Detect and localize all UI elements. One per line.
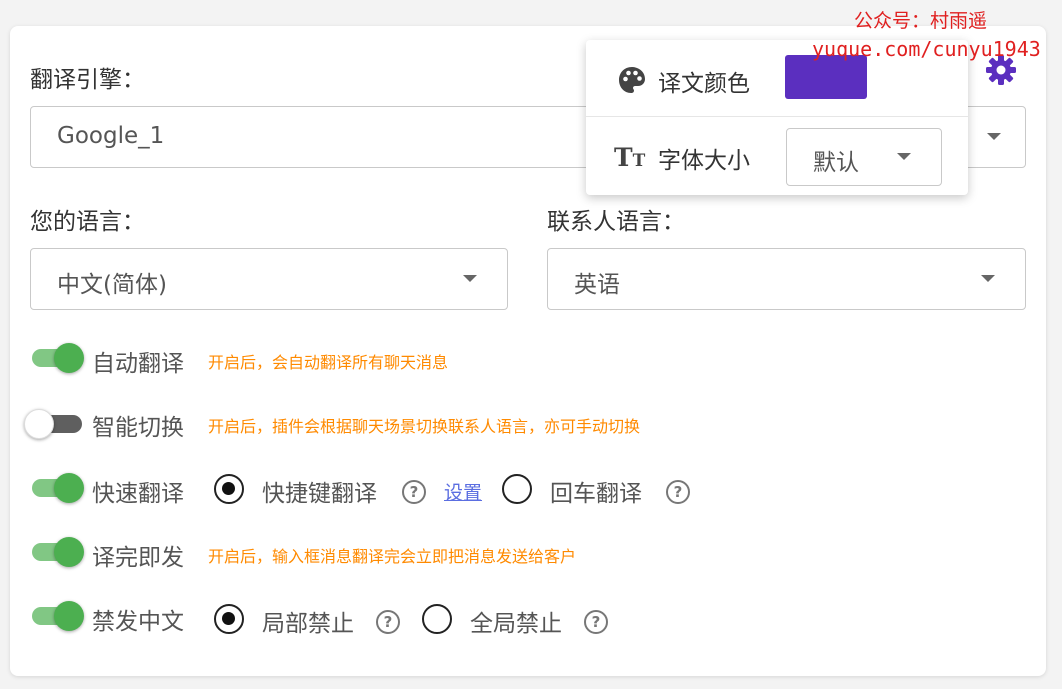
translation-color-swatch[interactable] [785, 55, 867, 99]
send-after-translate-toggle[interactable] [28, 532, 88, 572]
smart-switch-toggle[interactable] [24, 404, 84, 444]
chevron-down-icon [987, 133, 1001, 140]
shortcut-translate-radio[interactable] [214, 474, 244, 504]
help-icon[interactable]: ? [376, 610, 400, 634]
help-icon[interactable]: ? [666, 480, 690, 504]
contact-language-label: 联系人语言： [547, 209, 685, 235]
enter-translate-label: 回车翻译 [550, 481, 642, 507]
send-after-translate-hint: 开启后，输入框消息翻译完会立即把消息发送给客户 [208, 547, 577, 566]
auto-translate-hint: 开启后，会自动翻译所有聊天消息 [208, 353, 449, 372]
palette-icon [616, 64, 648, 96]
smart-switch-label: 智能切换 [92, 415, 184, 441]
contact-language-select[interactable]: 英语 [547, 248, 1026, 310]
send-after-translate-label: 译完即发 [92, 545, 184, 571]
my-language-select[interactable]: 中文(简体) [30, 248, 508, 310]
style-popover: 译文颜色 TT 字体大小 默认 [586, 40, 968, 195]
smart-switch-hint: 开启后，插件会根据聊天场景切换联系人语言，亦可手动切换 [208, 417, 641, 436]
divider [586, 116, 968, 117]
chevron-down-icon [463, 275, 477, 282]
enter-translate-radio[interactable] [502, 474, 532, 504]
help-icon[interactable]: ? [402, 480, 426, 504]
contact-language-value: 英语 [574, 272, 620, 298]
ban-chinese-label: 禁发中文 [92, 609, 184, 635]
my-language-label: 您的语言： [30, 209, 145, 235]
shortcut-translate-label: 快捷键翻译 [262, 481, 377, 507]
engine-label: 翻译引擎： [30, 67, 145, 93]
translation-color-label: 译文颜色 [658, 71, 750, 97]
font-size-select[interactable]: 默认 [786, 128, 942, 186]
quick-translate-label: 快速翻译 [92, 481, 184, 507]
partial-ban-label: 局部禁止 [262, 611, 354, 637]
global-ban-radio[interactable] [422, 604, 452, 634]
shortcut-settings-link[interactable]: 设置 [444, 478, 482, 505]
auto-translate-toggle[interactable] [28, 338, 88, 378]
font-size-icon: TT [614, 143, 646, 172]
global-ban-label: 全局禁止 [470, 611, 562, 637]
font-size-label: 字体大小 [658, 148, 750, 174]
my-language-value: 中文(简体) [57, 272, 167, 298]
chevron-down-icon [981, 275, 995, 282]
chevron-down-icon [897, 153, 911, 160]
partial-ban-radio[interactable] [214, 604, 244, 634]
engine-value: Google_1 [57, 123, 165, 149]
watermark-line-1: 公众号：村雨遥 [854, 10, 988, 32]
watermark-line-2: yuque.com/cunyu1943 [812, 37, 1041, 61]
auto-translate-label: 自动翻译 [92, 351, 184, 377]
quick-translate-toggle[interactable] [28, 468, 88, 508]
font-size-value: 默认 [813, 150, 859, 176]
ban-chinese-toggle[interactable] [28, 596, 88, 636]
help-icon[interactable]: ? [584, 610, 608, 634]
